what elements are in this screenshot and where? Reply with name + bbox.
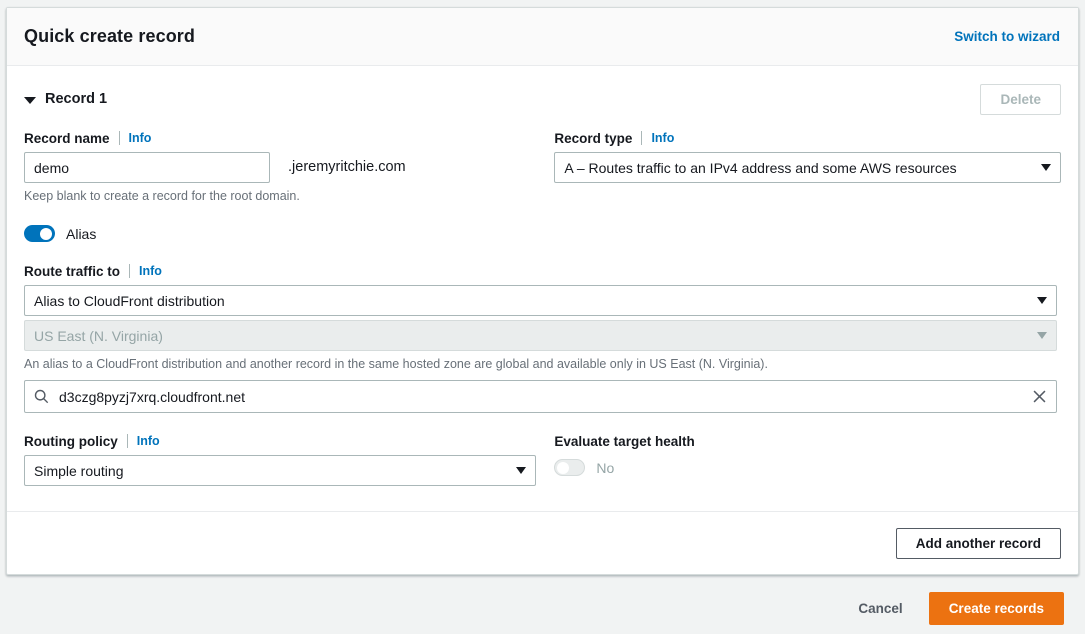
cancel-button[interactable]: Cancel	[842, 592, 918, 625]
record-type-label: Record type	[554, 130, 633, 146]
evaluate-target-health-toggle[interactable]	[554, 459, 586, 476]
endpoint-search-input[interactable]: d3czg8pyzj7xrq.cloudfront.net	[24, 380, 1057, 413]
card-body: Record 1 Delete Record name Info demo .j…	[7, 66, 1078, 494]
name-and-type-row: Record name Info demo .jeremyritchie.com…	[24, 129, 1061, 203]
routing-policy-select[interactable]: Simple routing	[24, 455, 536, 486]
routing-policy-label: Routing policy	[24, 433, 118, 449]
toggle-knob	[40, 227, 52, 240]
alias-hint: An alias to a CloudFront distribution an…	[24, 357, 768, 371]
create-records-button[interactable]: Create records	[928, 591, 1064, 625]
record-type-value: A – Routes traffic to an IPv4 address an…	[564, 159, 957, 176]
record-name-group: Record name Info demo .jeremyritchie.com…	[24, 129, 548, 203]
routing-policy-info-link[interactable]: Info	[137, 434, 160, 448]
record-name-label: Record name	[24, 130, 110, 146]
alias-toggle-row: Alias	[24, 225, 1061, 242]
toggle-knob	[557, 461, 570, 474]
delete-record-button[interactable]: Delete	[980, 83, 1061, 115]
route-traffic-value: Alias to CloudFront distribution	[34, 292, 225, 309]
routing-policy-label-row: Routing policy Info	[24, 432, 548, 450]
route-traffic-group: Route traffic to Info Alias to CloudFron…	[24, 262, 1061, 371]
alias-toggle[interactable]	[24, 225, 55, 242]
add-another-record-button[interactable]: Add another record	[895, 527, 1061, 559]
label-divider	[129, 264, 130, 278]
route-traffic-label: Route traffic to	[24, 263, 120, 279]
evaluate-target-health-label: Evaluate target health	[554, 433, 695, 449]
record-name-info-link[interactable]: Info	[129, 131, 152, 145]
record-name-hint: Keep blank to create a record for the ro…	[24, 189, 300, 203]
evaluate-target-health-value: No	[596, 459, 615, 476]
endpoint-field-group: d3czg8pyzj7xrq.cloudfront.net	[24, 380, 1057, 413]
chevron-down-icon	[24, 96, 36, 104]
endpoint-value: d3czg8pyzj7xrq.cloudfront.net	[59, 388, 245, 405]
region-value: US East (N. Virginia)	[34, 327, 163, 344]
page-title: Quick create record	[24, 26, 195, 46]
switch-to-wizard-link[interactable]: Switch to wizard	[954, 29, 1060, 44]
route-traffic-label-row: Route traffic to Info	[24, 262, 1061, 280]
page-root: Quick create record Switch to wizard Rec…	[0, 0, 1085, 634]
region-select[interactable]: US East (N. Virginia)	[24, 320, 1057, 351]
clear-icon[interactable]	[1032, 389, 1047, 404]
alias-label: Alias	[66, 225, 97, 242]
record-type-select[interactable]: A – Routes traffic to an IPv4 address an…	[554, 152, 1061, 183]
record-title: Record 1	[45, 91, 108, 107]
record-type-group: Record type Info A – Routes traffic to a…	[554, 129, 1061, 203]
search-icon	[34, 389, 49, 404]
record-toggle[interactable]: Record 1	[24, 91, 107, 107]
routing-policy-group: Routing policy Info Simple routing	[24, 432, 548, 486]
chevron-down-icon	[1041, 164, 1051, 171]
chevron-down-icon	[1037, 332, 1047, 339]
label-divider	[641, 131, 643, 145]
record-name-input[interactable]: demo	[24, 152, 270, 183]
label-divider	[118, 131, 120, 145]
record-name-label-row: Record name Info	[24, 129, 548, 147]
quick-create-record-card: Quick create record Switch to wizard Rec…	[6, 7, 1079, 575]
card-footer: Add another record	[7, 511, 1078, 574]
card-header: Quick create record Switch to wizard	[7, 8, 1078, 66]
evaluate-target-health-row: No	[554, 459, 1061, 476]
evaluate-target-health-group: Evaluate target health No	[554, 432, 1061, 486]
route-traffic-select[interactable]: Alias to CloudFront distribution	[24, 285, 1057, 316]
routing-and-health-row: Routing policy Info Simple routing Evalu…	[24, 432, 1061, 486]
page-footer: Cancel Create records	[0, 582, 1085, 634]
chevron-down-icon	[1037, 297, 1047, 304]
label-divider	[126, 434, 128, 448]
route-traffic-info-link[interactable]: Info	[139, 264, 162, 278]
record-type-label-row: Record type Info	[554, 129, 1061, 147]
record-header-row: Record 1 Delete	[24, 83, 1061, 115]
domain-suffix: .jeremyritchie.com	[288, 159, 406, 175]
routing-policy-value: Simple routing	[34, 462, 124, 479]
chevron-down-icon	[516, 467, 526, 474]
record-type-info-link[interactable]: Info	[651, 131, 674, 145]
